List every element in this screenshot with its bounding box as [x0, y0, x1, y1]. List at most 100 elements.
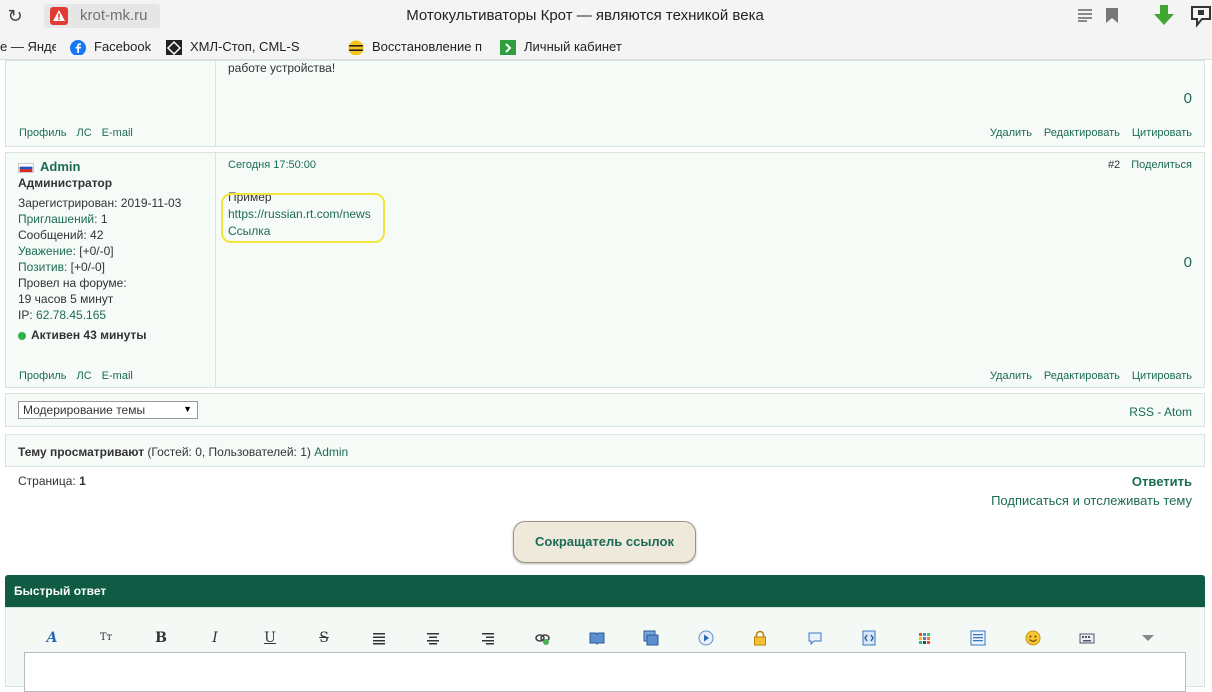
- pagination-label: Страница:: [18, 474, 76, 488]
- prev-post-text: работе устройства!: [228, 61, 336, 75]
- page-title: Мотокультиваторы Крот — являются технико…: [406, 7, 764, 24]
- subscribe-link[interactable]: Подписаться и отслеживать тему: [991, 493, 1192, 508]
- cabinet-icon: [500, 39, 516, 55]
- text-size-icon[interactable]: Tт: [98, 630, 114, 646]
- xml-stop-icon: [166, 39, 182, 55]
- registered-label: Зарегистрирован:: [18, 196, 118, 210]
- quote-link[interactable]: Цитировать: [1132, 127, 1192, 139]
- atom-link[interactable]: Atom: [1164, 405, 1192, 419]
- bookmark-label: Личный кабинет: [524, 39, 622, 54]
- quote-link[interactable]: Цитировать: [1132, 370, 1192, 382]
- prev-post: работе устройства! 0 Профиль ЛС E-mail Уда…: [5, 60, 1205, 147]
- share-link[interactable]: Поделиться: [1131, 159, 1192, 171]
- underline-icon[interactable]: U: [262, 630, 278, 646]
- pm-link[interactable]: ЛС: [77, 127, 92, 139]
- quote-icon[interactable]: [807, 630, 823, 646]
- video-icon[interactable]: [698, 630, 714, 646]
- image-icon[interactable]: [643, 630, 659, 646]
- rss-link[interactable]: RSS: [1129, 405, 1154, 419]
- positive-row: Позитив: [+0/-0]: [18, 259, 181, 275]
- bookmark-cabinet[interactable]: Личный кабинет: [500, 39, 622, 55]
- bookmark-label: Facebook: [94, 39, 152, 54]
- online-status: Активен 43 минуты: [18, 327, 181, 343]
- facebook-icon: [70, 39, 86, 55]
- post-meta: #2 Поделиться: [1108, 159, 1192, 171]
- reader-mode-icon[interactable]: [1078, 9, 1092, 22]
- ip-label: IP:: [18, 308, 33, 322]
- email-link[interactable]: E-mail: [102, 127, 133, 139]
- code-icon[interactable]: [861, 630, 877, 646]
- viewers-details: (Гостей: 0, Пользователей: 1): [144, 445, 315, 459]
- reply-textarea[interactable]: [24, 652, 1186, 692]
- email-link[interactable]: E-mail: [102, 370, 133, 382]
- bookmark-icon[interactable]: [1106, 8, 1118, 23]
- keyboard-icon[interactable]: [1079, 630, 1095, 646]
- quick-reply-header: Быстрый ответ: [5, 575, 1205, 607]
- link-icon[interactable]: [534, 630, 550, 646]
- user-role: Администратор: [18, 176, 113, 190]
- invites-link[interactable]: Приглашений:: [18, 212, 97, 226]
- positive-link[interactable]: Позитив:: [18, 260, 67, 274]
- pm-link[interactable]: ЛС: [77, 370, 92, 382]
- feed-separator: -: [1153, 405, 1164, 419]
- edit-link[interactable]: Редактировать: [1044, 127, 1120, 139]
- registered-value: 2019-11-03: [120, 196, 182, 210]
- bookmark-facebook[interactable]: Facebook: [70, 39, 151, 55]
- bookmark-beeline[interactable]: Восстановление п: [348, 39, 484, 55]
- beeline-icon: [348, 40, 364, 55]
- bookmark-yandex[interactable]: е — Янде: [0, 39, 56, 55]
- more-icon[interactable]: [1140, 630, 1156, 646]
- browser-titlebar: ↻ krot-mk.ru Мотокультиваторы Крот — явл…: [0, 0, 1212, 34]
- font-icon[interactable]: A: [44, 630, 60, 646]
- list-icon[interactable]: [970, 630, 986, 646]
- pagination: Страница: 1: [18, 474, 86, 488]
- moderation-bar: Модерирование темы ▼ RSS - Atom: [5, 393, 1205, 427]
- bookmark-xml-stop[interactable]: ХМЛ-Стоп, CML-S: [166, 39, 306, 55]
- lock-icon[interactable]: [752, 630, 768, 646]
- bookmark-label: ХМЛ-Стоп, CML-S: [190, 39, 300, 54]
- delete-link[interactable]: Удалить: [990, 127, 1032, 139]
- delete-link[interactable]: Удалить: [990, 370, 1032, 382]
- edit-link[interactable]: Редактировать: [1044, 370, 1120, 382]
- online-dot-icon: [18, 331, 26, 340]
- post-number[interactable]: #2: [1108, 159, 1120, 171]
- table-icon[interactable]: [916, 630, 932, 646]
- username[interactable]: Admin: [40, 159, 80, 174]
- invites-value: 1: [100, 212, 108, 226]
- post-timestamp[interactable]: Сегодня 17:50:00: [228, 159, 316, 171]
- ip-link[interactable]: 62.78.45.165: [36, 308, 106, 322]
- bookmark-label: е — Янде: [0, 39, 56, 54]
- dropdown-arrow-icon: ▼: [183, 404, 192, 414]
- download-icon[interactable]: [1152, 5, 1176, 27]
- profile-link[interactable]: Профиль: [19, 370, 67, 382]
- viewers-label: Тему просматривают: [18, 445, 145, 459]
- menu-icon[interactable]: [1190, 5, 1212, 29]
- moderation-select-value: Модерирование темы: [23, 403, 146, 417]
- reply-link[interactable]: Ответить: [1132, 474, 1192, 489]
- russia-flag-icon: [18, 162, 34, 173]
- moderation-select[interactable]: Модерирование темы ▼: [18, 401, 198, 419]
- messages-value: 42: [90, 228, 104, 242]
- strike-icon[interactable]: S: [316, 630, 332, 646]
- align-left-icon[interactable]: [371, 630, 387, 646]
- bookmarks-bar: е — Янде Facebook ХМЛ-Стоп, CML-S Восста…: [0, 34, 1212, 60]
- user-info: Admin Администратор Зарегистрирован: 201…: [18, 159, 181, 343]
- respect-row: Уважение: [+0/-0]: [18, 243, 181, 259]
- respect-link[interactable]: Уважение:: [18, 244, 76, 258]
- bold-icon[interactable]: B: [153, 630, 169, 646]
- prev-post-author-links: Профиль ЛС E-mail: [19, 127, 143, 139]
- respect-value: [+0/-0]: [79, 244, 114, 258]
- current-page: 1: [79, 474, 86, 488]
- positive-value: [+0/-0]: [70, 260, 105, 274]
- align-right-icon[interactable]: [480, 630, 496, 646]
- viewer-user-link[interactable]: Admin: [314, 445, 348, 459]
- bookmark-label: Восстановление п: [372, 39, 483, 54]
- feed-links: RSS - Atom: [1129, 405, 1192, 419]
- italic-icon[interactable]: I: [207, 630, 223, 646]
- smile-icon[interactable]: [1025, 630, 1041, 646]
- link-shortener-button[interactable]: Сокращатель ссылок: [513, 521, 696, 563]
- align-center-icon[interactable]: [425, 630, 441, 646]
- profile-link[interactable]: Профиль: [19, 127, 67, 139]
- book-icon[interactable]: [589, 630, 605, 646]
- messages-row: Сообщений: 42: [18, 227, 181, 243]
